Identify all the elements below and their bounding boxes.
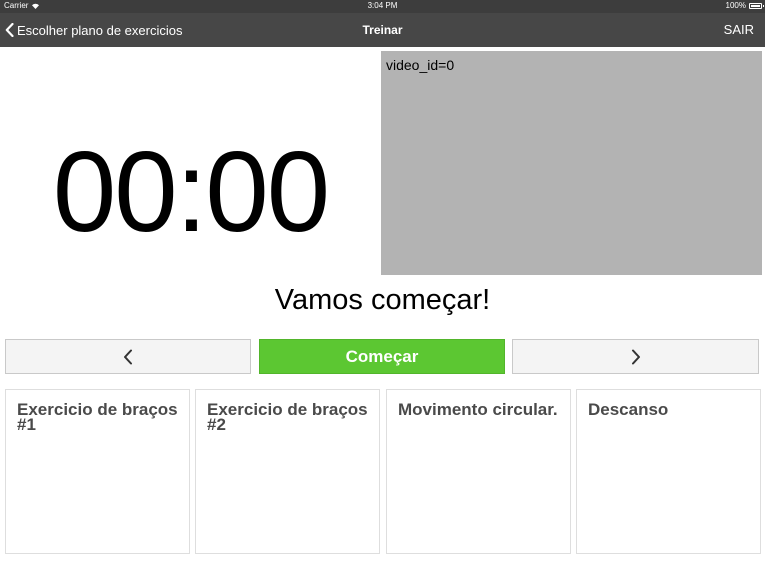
exercise-card[interactable]: Exercicio de braços #1	[5, 389, 190, 554]
exercise-card-label: Descanso	[588, 400, 669, 419]
previous-button[interactable]	[5, 339, 251, 374]
exercise-card[interactable]: Descanso	[576, 389, 761, 554]
status-message: Vamos começar!	[274, 284, 491, 316]
exercise-card-label: Exercicio de braços #1	[17, 400, 178, 434]
battery-percent: 100%	[725, 1, 746, 10]
back-button-label: Escolher plano de exercicios	[17, 22, 183, 38]
battery-icon	[749, 2, 764, 9]
exercise-card[interactable]: Movimento circular.	[386, 389, 571, 554]
back-button[interactable]: Escolher plano de exercicios	[5, 13, 182, 47]
chevron-right-icon	[631, 349, 640, 364]
status-bar: Carrier 3:04 PM 100%	[0, 0, 765, 13]
status-time: 3:04 PM	[367, 1, 398, 10]
exercise-card-label: Exercicio de braços #2	[207, 400, 368, 434]
exit-button[interactable]: SAIR	[724, 13, 754, 47]
start-button[interactable]: Começar	[259, 339, 505, 374]
battery-indicator: 100%	[725, 1, 764, 10]
timer-display: 00:00	[52, 129, 330, 256]
exercise-card-label: Movimento circular.	[398, 400, 558, 419]
video-id-label: video_id=0	[386, 57, 455, 73]
video-placeholder[interactable]: video_id=0	[381, 51, 762, 275]
navigation-bar: Escolher plano de exercicios Treinar SAI…	[0, 13, 765, 47]
chevron-left-icon	[124, 349, 132, 364]
next-button[interactable]	[512, 339, 759, 374]
exercise-card[interactable]: Exercicio de braços #2	[195, 389, 380, 554]
chevron-left-icon	[5, 23, 14, 37]
